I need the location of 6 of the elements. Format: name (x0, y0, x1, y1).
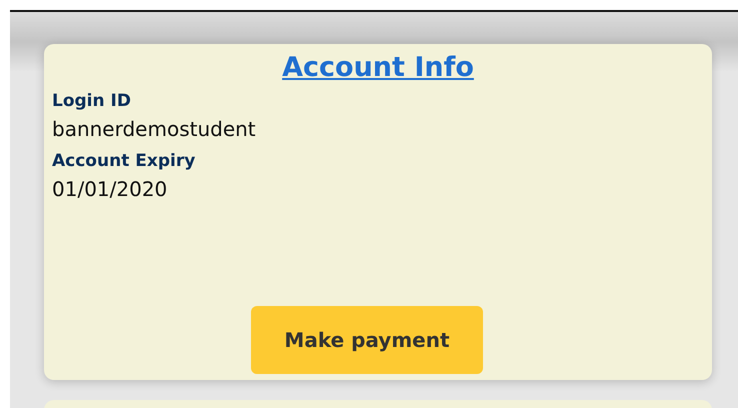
make-payment-button[interactable]: Make payment (251, 306, 483, 374)
field-value: 01/01/2020 (52, 176, 168, 203)
field-value: bannerdemostudent (52, 116, 257, 143)
account-info-link[interactable]: Account Info (282, 50, 474, 86)
field-label: Account Expiry (52, 150, 196, 172)
field-label: Login ID (52, 90, 132, 112)
